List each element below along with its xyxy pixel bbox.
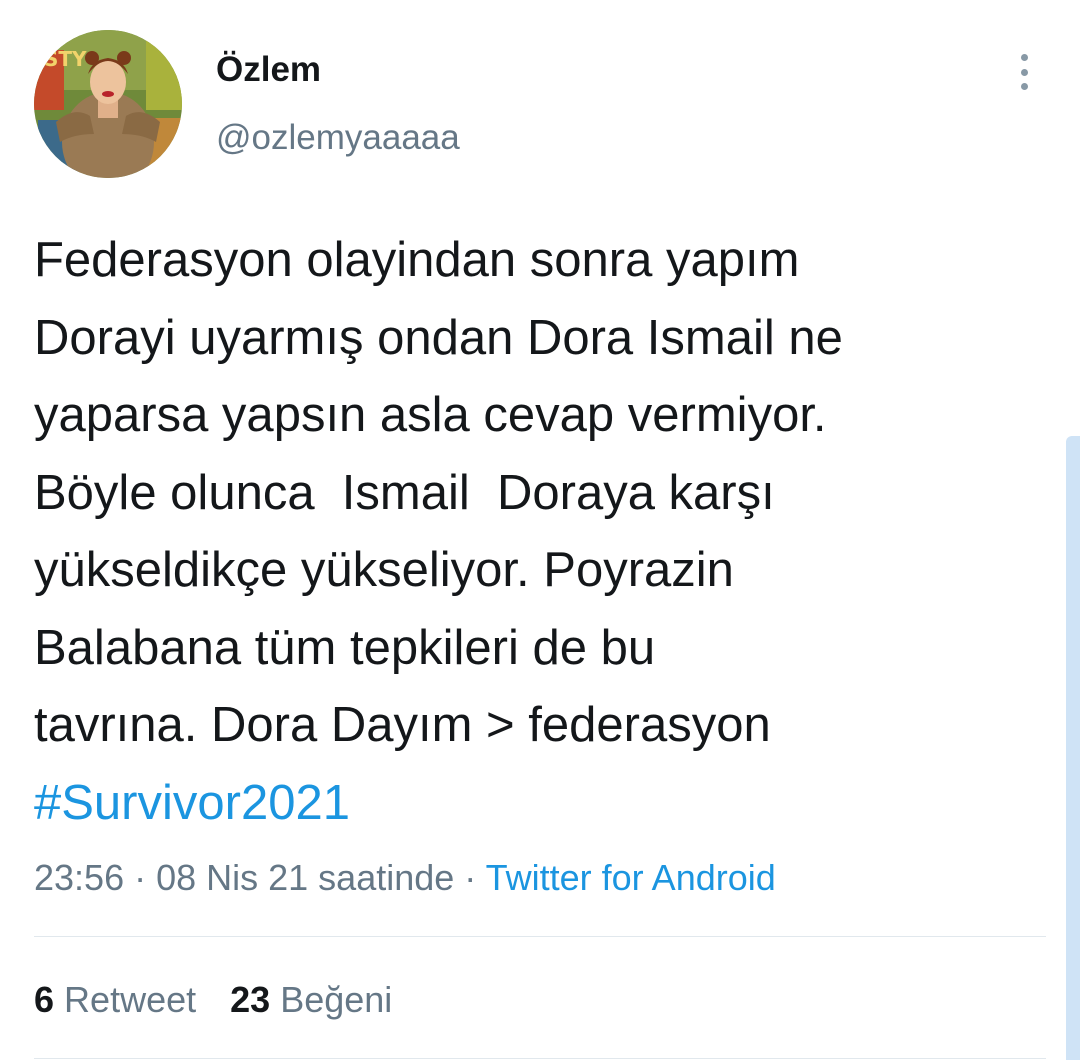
scrollbar[interactable] xyxy=(1066,436,1080,1060)
tweet-line: Böyle olunca Ismail Doraya karşı xyxy=(34,465,775,520)
like-count: 23 xyxy=(230,979,271,1020)
retweet-label: Retweet xyxy=(64,979,197,1020)
meta-separator: · xyxy=(124,857,157,898)
more-vertical-icon xyxy=(1020,68,1028,76)
hashtag-link[interactable]: #Survivor2021 xyxy=(34,765,1044,843)
more-options-button[interactable] xyxy=(1004,50,1044,94)
tweet-source-link[interactable]: Twitter for Android xyxy=(486,857,776,898)
retweets-stat[interactable]: 6 Retweet xyxy=(34,979,196,1020)
tweet-stats: 6 Retweet 23 Beğeni xyxy=(34,978,426,1022)
svg-text:STY: STY xyxy=(44,47,87,71)
like-label: Beğeni xyxy=(280,979,393,1020)
tweet-line: Balabana tüm tepkileri de bu xyxy=(34,620,656,675)
avatar[interactable]: STY xyxy=(34,30,182,178)
user-handle[interactable]: @ozlemyaaaaa xyxy=(216,118,460,158)
display-name[interactable]: Özlem xyxy=(216,50,321,90)
tweet-line: Dorayi uyarmış ondan Dora Ismail ne xyxy=(34,310,843,365)
tweet-timestamp: 23:56 · 08 Nis 21 saatinde · Twitter for… xyxy=(34,856,776,900)
divider xyxy=(34,1058,1046,1059)
profile-photo: STY xyxy=(34,30,182,178)
tweet-line: tavrına. Dora Dayım > federasyon xyxy=(34,698,771,752)
tweet-date[interactable]: 08 Nis 21 saatinde xyxy=(156,857,454,898)
tweet-line: Federasyon olayindan sonra yapım xyxy=(34,233,800,287)
tweet-text: Federasyon olayindan sonra yapım Dorayi … xyxy=(34,222,1044,842)
tweet-line: yaparsa yapsın asla cevap vermiyor. xyxy=(34,388,827,442)
retweet-count: 6 xyxy=(34,979,55,1020)
tweet-detail-view: STY Özlem @ozlemyaaaaa Federasyon olayin… xyxy=(0,0,1080,1060)
meta-separator: · xyxy=(454,857,486,898)
more-vertical-icon xyxy=(1020,83,1028,90)
more-vertical-icon xyxy=(1020,54,1028,61)
tweet-line: yükseldikçe yükseliyor. Poyrazin xyxy=(34,543,734,597)
divider xyxy=(34,936,1046,937)
likes-stat[interactable]: 23 Beğeni xyxy=(230,979,392,1020)
tweet-time[interactable]: 23:56 xyxy=(34,857,124,898)
